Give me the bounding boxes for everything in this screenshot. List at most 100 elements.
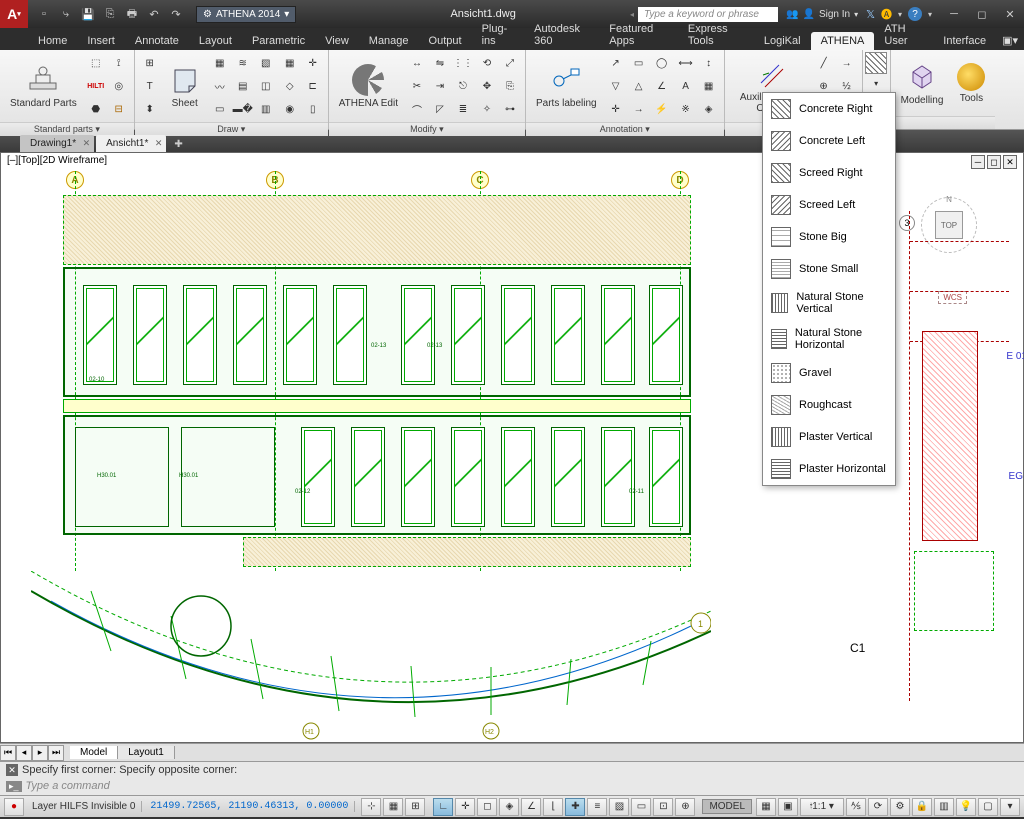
stretch-icon[interactable]: ↔ (406, 52, 428, 74)
annoscale-icon[interactable]: 🙯 1:1 ▾ (800, 798, 844, 816)
hatch-dropdown-icon[interactable]: ▾ (865, 76, 887, 90)
ducs-icon[interactable]: ⌊ (543, 798, 563, 816)
doctab-drawing1[interactable]: Drawing1*✕ (20, 135, 94, 152)
leader-icon[interactable]: ↗ (605, 52, 627, 74)
tab-view[interactable]: View (315, 32, 359, 50)
panel-title[interactable]: Draw ▾ (135, 122, 328, 136)
plot-icon[interactable]: 🖶 (122, 4, 142, 24)
spacer-icon[interactable]: ◫ (255, 75, 277, 97)
open-icon[interactable]: ⤷ (56, 4, 76, 24)
standard-parts-button[interactable]: Standard Parts (4, 62, 83, 111)
help-icon[interactable]: ? (908, 7, 922, 21)
glass-icon[interactable]: ▭ (209, 98, 231, 120)
sign-in-button[interactable]: 👥 👤 Sign In ▾ (786, 9, 858, 20)
break-icon[interactable]: ⎋ (452, 75, 474, 97)
align-icon[interactable]: ≣ (452, 98, 474, 120)
dyn-icon[interactable]: ✚ (565, 798, 585, 816)
redo-icon[interactable]: ↷ (166, 4, 186, 24)
mirror-icon[interactable]: ⇋ (429, 52, 451, 74)
north-icon[interactable]: ◈ (698, 98, 720, 120)
ray-icon[interactable]: → (836, 52, 858, 74)
annoauto-icon[interactable]: ⟳ (868, 798, 888, 816)
new-icon[interactable]: ▫ (34, 4, 54, 24)
wall-icon[interactable]: ▥ (255, 98, 277, 120)
profile-draw-icon[interactable]: T (139, 75, 161, 97)
saveas-icon[interactable]: ⎘ (100, 4, 120, 24)
tab-annotate[interactable]: Annotate (125, 32, 189, 50)
infer-icon[interactable]: ⊹ (361, 798, 381, 816)
hatch-gravel[interactable]: Gravel (763, 357, 895, 389)
minimize-button[interactable]: ─ (940, 4, 968, 24)
doctab-ansicht1[interactable]: Ansicht1*✕ (96, 135, 166, 152)
tab-express[interactable]: Express Tools (678, 20, 754, 50)
fillet-icon[interactable]: ⌒ (406, 98, 428, 120)
frame-icon[interactable]: ▯ (302, 98, 324, 120)
hatch-screed-right[interactable]: Screed Right (763, 157, 895, 189)
hatch-stone-big[interactable]: Stone Big (763, 221, 895, 253)
panel-title[interactable]: Modify ▾ (329, 122, 525, 136)
grid-icon[interactable]: ▦ (279, 52, 301, 74)
tab-insert[interactable]: Insert (77, 32, 125, 50)
modelling-button[interactable]: Modelling (895, 59, 950, 108)
exchange-icon[interactable]: 𝕏 (866, 8, 875, 21)
osnap-icon[interactable]: ◻ (477, 798, 497, 816)
tag-icon[interactable]: ▭ (628, 52, 650, 74)
tab-parametric[interactable]: Parametric (242, 32, 315, 50)
coord-icon[interactable]: ✛ (605, 98, 627, 120)
tab-athena[interactable]: ATHENA (811, 32, 875, 50)
hatch-natural-horizontal[interactable]: Natural Stone Horizontal (763, 321, 895, 357)
weld-icon[interactable]: ▦ (209, 52, 231, 74)
nav-prev-icon[interactable]: ◂ (16, 745, 32, 761)
trim-icon[interactable]: ✂ (406, 75, 428, 97)
scale-icon[interactable]: ⤢ (499, 52, 521, 74)
polar-icon[interactable]: ✛ (455, 798, 475, 816)
am-icon[interactable]: ⊕ (675, 798, 695, 816)
hatch-concrete-right[interactable]: Concrete Right (763, 93, 895, 125)
section-icon[interactable]: ⊏ (302, 75, 324, 97)
extend-icon[interactable]: ⇥ (429, 75, 451, 97)
tab-athuser[interactable]: ATH User (874, 20, 933, 50)
explode-icon[interactable]: ✧ (476, 98, 498, 120)
clean-screen-icon[interactable]: ▢ (978, 798, 998, 816)
symbol-icon[interactable]: ※ (675, 98, 697, 120)
hatch-screed-left[interactable]: Screed Left (763, 189, 895, 221)
tab-featured[interactable]: Featured Apps (599, 20, 678, 50)
save-icon[interactable]: 💾 (78, 4, 98, 24)
washer-icon[interactable]: ◎ (108, 75, 130, 97)
nav-last-icon[interactable]: ⏭ (48, 745, 64, 761)
hatch-roughcast[interactable]: Roughcast (763, 389, 895, 421)
close-icon[interactable]: ✕ (155, 138, 163, 149)
command-input[interactable]: ▸_ Type a command (0, 778, 1024, 794)
panel-title[interactable]: Standard parts ▾ (0, 122, 134, 136)
tab-logikal[interactable]: LogiKal (754, 32, 811, 50)
add-tab-icon[interactable]: ✚ (168, 137, 188, 152)
pin-icon[interactable]: ⊟ (108, 98, 130, 120)
workspace-dropdown[interactable]: ⚙ ATHENA 2014 ▾ (196, 6, 296, 23)
screw-icon[interactable]: ⟟ (108, 52, 130, 74)
slope-icon[interactable]: ∠ (651, 75, 673, 97)
record-icon[interactable]: ● (4, 798, 24, 816)
layout-tab-model[interactable]: Model (70, 746, 118, 759)
tab-focus[interactable]: ▣▾ (996, 31, 1024, 50)
tab-manage[interactable]: Manage (359, 32, 419, 50)
welding-icon[interactable]: ⚡ (651, 98, 673, 120)
hatch-plaster-horizontal[interactable]: Plaster Horizontal (763, 453, 895, 485)
text-icon[interactable]: A (675, 75, 697, 97)
level-icon[interactable]: △ (628, 75, 650, 97)
grid-display-icon[interactable]: ▦ (756, 798, 776, 816)
viewport-max-icon[interactable]: ▣ (778, 798, 798, 816)
workspace-switch-icon[interactable]: ⚙ (890, 798, 910, 816)
detail-icon[interactable]: ◉ (279, 98, 301, 120)
tab-plugins[interactable]: Plug-ins (472, 20, 525, 50)
nav-first-icon[interactable]: ⏮ (0, 745, 16, 761)
bubble-icon[interactable]: ◯ (651, 52, 673, 74)
tab-home[interactable]: Home (28, 32, 77, 50)
rotate-icon[interactable]: ⟲ (476, 52, 498, 74)
lineweight-icon[interactable]: ≡ (587, 798, 607, 816)
copy-icon[interactable]: ⎘ (499, 75, 521, 97)
chamfer-icon[interactable]: ◸ (429, 98, 451, 120)
3dosnap-icon[interactable]: ◈ (499, 798, 519, 816)
customize-icon[interactable]: ▾ (1000, 798, 1020, 816)
dim2-icon[interactable]: ↕ (698, 52, 720, 74)
hatch-main-icon[interactable] (865, 52, 887, 74)
